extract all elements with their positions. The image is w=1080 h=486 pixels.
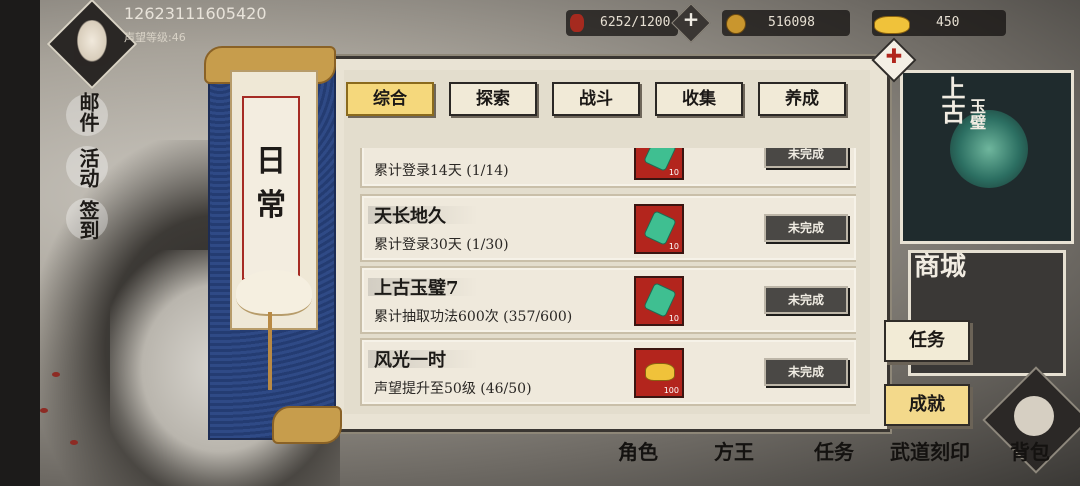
coin-counter: 516098 xyxy=(722,10,850,36)
nav-bag[interactable]: 背包 xyxy=(1010,436,1050,465)
player-id: 12623111605420 xyxy=(124,4,267,23)
jade-gem-icon xyxy=(643,210,677,246)
tab-general[interactable]: 综合 xyxy=(346,82,434,116)
reward-item[interactable]: 100 xyxy=(634,348,684,398)
fame-level: 声望等级:46 xyxy=(124,31,186,44)
event-button[interactable]: 活动 xyxy=(74,148,103,188)
jade-pool-sublabel: 玉璧 xyxy=(967,98,986,130)
petal-decoration xyxy=(52,372,60,377)
signin-button[interactable]: 签到 xyxy=(74,200,103,240)
reward-item[interactable]: 10 xyxy=(634,204,684,254)
achievement-title: 风光一时 xyxy=(374,350,446,371)
status-button[interactable]: 未完成 xyxy=(764,148,848,168)
reward-item[interactable]: 10 xyxy=(634,148,684,180)
petal-decoration xyxy=(70,440,78,445)
nav-character[interactable]: 角色 xyxy=(618,436,658,465)
coin-icon xyxy=(726,14,746,34)
reward-qty: 10 xyxy=(668,168,679,177)
mail-button[interactable]: 邮件 xyxy=(74,92,103,132)
reward-qty: 10 xyxy=(668,314,679,323)
cloud-ornament xyxy=(236,270,312,316)
gold-ingot-icon xyxy=(874,16,910,34)
reward-qty: 100 xyxy=(663,386,679,395)
scroll-bottom-ornament xyxy=(272,406,342,444)
achievement-desc: 累计登录14天 (1/14) xyxy=(374,163,509,179)
achievement-list[interactable]: 累计登录14天 (1/14) 10 未完成 天长地久 累计登录30天 (1/30… xyxy=(360,148,856,412)
tassel-decoration xyxy=(268,312,272,390)
avatar[interactable] xyxy=(74,20,110,66)
status-button[interactable]: 未完成 xyxy=(764,286,848,314)
petal-decoration xyxy=(40,408,48,413)
nav-fangwang[interactable]: 方王 xyxy=(714,436,754,465)
gold-counter: 450 xyxy=(872,10,1006,36)
coin-value: 516098 xyxy=(768,15,815,30)
gold-value: 450 xyxy=(936,15,960,30)
achievement-button[interactable]: 成就 xyxy=(884,384,970,426)
list-item: 天长地久 累计登录30天 (1/30) 10 未完成 xyxy=(360,194,856,262)
stamina-value: 6252/1200 xyxy=(600,15,671,30)
gold-ingot-icon xyxy=(645,363,675,381)
status-button[interactable]: 未完成 xyxy=(764,358,848,386)
tab-collect[interactable]: 收集 xyxy=(655,82,743,116)
mall-label: 商城 xyxy=(914,252,967,282)
achievement-desc: 累计抽取功法600次 (357/600) xyxy=(374,309,573,325)
achievement-title: 上古玉璧7 xyxy=(374,278,459,299)
achievement-desc: 声望提升至50级 (46/50) xyxy=(374,381,532,397)
gourd-icon xyxy=(570,14,584,32)
reward-item[interactable]: 10 xyxy=(634,276,684,326)
task-button[interactable]: 任务 xyxy=(884,320,970,362)
plus-icon[interactable]: + xyxy=(677,7,705,31)
tab-battle[interactable]: 战斗 xyxy=(552,82,640,116)
list-item: 风光一时 声望提升至50级 (46/50) 100 未完成 xyxy=(360,338,856,406)
achievement-title: 天长地久 xyxy=(374,206,446,227)
reward-qty: 10 xyxy=(668,242,679,251)
jade-gem-icon xyxy=(643,282,677,318)
stamina-counter: 6252/1200 xyxy=(566,10,678,36)
tab-explore[interactable]: 探索 xyxy=(449,82,537,116)
close-icon[interactable]: ✚ xyxy=(880,44,908,68)
achievement-desc: 累计登录30天 (1/30) xyxy=(374,237,509,253)
list-item: 上古玉璧7 累计抽取功法600次 (357/600) 10 未完成 xyxy=(360,266,856,334)
list-item: 累计登录14天 (1/14) 10 未完成 xyxy=(360,148,856,188)
nav-martial-seal[interactable]: 武道刻印 xyxy=(890,436,970,465)
bag-icon xyxy=(1014,396,1054,436)
screen-edge xyxy=(0,0,40,486)
status-button[interactable]: 未完成 xyxy=(764,214,848,242)
nav-tasks[interactable]: 任务 xyxy=(814,436,854,465)
tab-cultivate[interactable]: 养成 xyxy=(758,82,846,116)
category-title: 日常 xyxy=(256,144,286,223)
